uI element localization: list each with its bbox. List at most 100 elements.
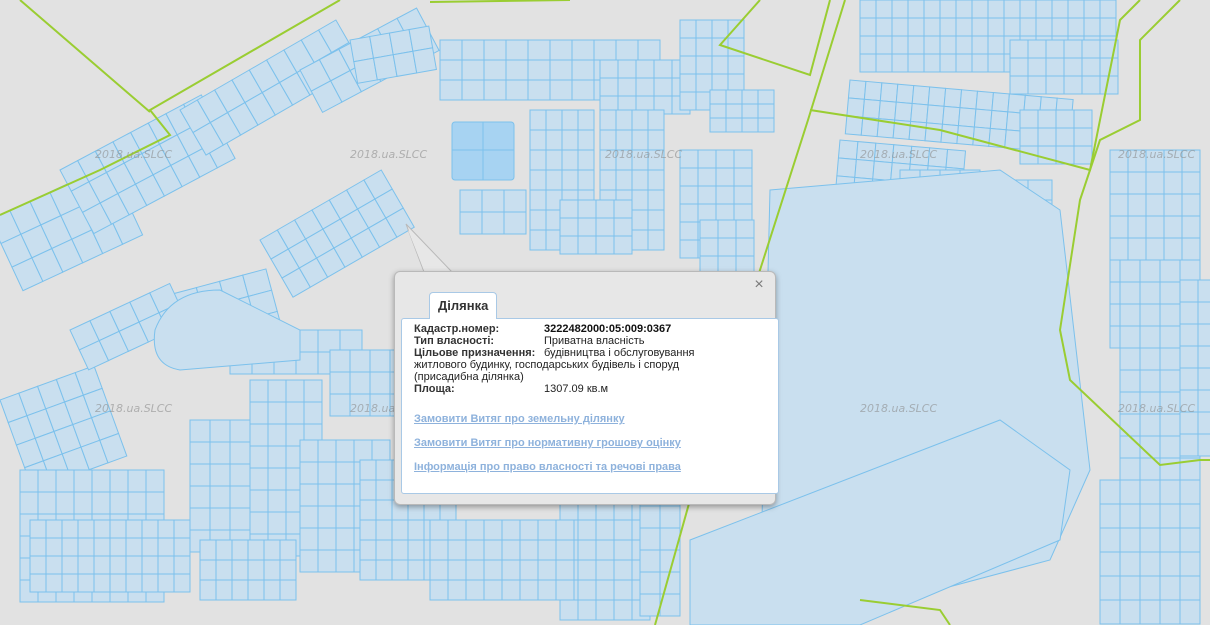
parcel[interactable] bbox=[249, 379, 269, 403]
parcel[interactable] bbox=[1109, 215, 1129, 239]
parcel[interactable] bbox=[725, 117, 743, 133]
parcel[interactable] bbox=[577, 169, 595, 191]
parcel[interactable] bbox=[595, 199, 615, 219]
parcel[interactable] bbox=[29, 555, 47, 575]
parcel[interactable] bbox=[1109, 171, 1129, 195]
parcel[interactable] bbox=[263, 559, 281, 581]
parcel[interactable] bbox=[215, 539, 233, 561]
parcel[interactable] bbox=[571, 59, 595, 81]
parcel[interactable] bbox=[1099, 575, 1121, 601]
parcel[interactable] bbox=[939, 17, 957, 37]
parcel[interactable] bbox=[711, 73, 729, 93]
parcel[interactable] bbox=[1159, 325, 1181, 349]
parcel[interactable] bbox=[875, 0, 893, 19]
parcel[interactable] bbox=[549, 79, 573, 101]
parcel[interactable] bbox=[1099, 503, 1121, 529]
parcel[interactable] bbox=[145, 469, 165, 493]
parcel[interactable] bbox=[519, 539, 539, 561]
parcel[interactable] bbox=[599, 169, 617, 191]
parcel[interactable] bbox=[613, 217, 633, 237]
parcel[interactable] bbox=[1179, 367, 1199, 391]
parcel[interactable] bbox=[631, 169, 649, 191]
parcel[interactable] bbox=[1119, 575, 1141, 601]
parcel[interactable] bbox=[615, 129, 633, 151]
parcel[interactable] bbox=[757, 117, 775, 133]
parcel[interactable] bbox=[727, 73, 745, 93]
parcel[interactable] bbox=[709, 89, 727, 105]
parcel[interactable] bbox=[631, 229, 649, 251]
parcel[interactable] bbox=[61, 573, 79, 593]
parcel[interactable] bbox=[1179, 301, 1199, 325]
parcel[interactable] bbox=[1037, 127, 1057, 147]
parcel[interactable] bbox=[1099, 599, 1121, 625]
parcel[interactable] bbox=[907, 17, 925, 37]
parcel[interactable] bbox=[679, 73, 697, 93]
parcel[interactable] bbox=[73, 491, 93, 515]
parcel[interactable] bbox=[109, 555, 127, 575]
parcel[interactable] bbox=[1179, 599, 1201, 625]
parcel[interactable] bbox=[908, 120, 928, 142]
parcel[interactable] bbox=[459, 189, 483, 213]
parcel[interactable] bbox=[537, 539, 557, 561]
parcel[interactable] bbox=[465, 579, 485, 601]
parcel[interactable] bbox=[1139, 527, 1161, 553]
parcel[interactable] bbox=[1051, 17, 1069, 37]
parcel[interactable] bbox=[519, 559, 539, 581]
parcel[interactable] bbox=[412, 47, 438, 74]
parcel[interactable] bbox=[1145, 171, 1165, 195]
parcel[interactable] bbox=[1067, 0, 1085, 19]
parcel[interactable] bbox=[1127, 193, 1147, 217]
parcel-block[interactable] bbox=[199, 539, 297, 601]
parcel[interactable] bbox=[1027, 75, 1047, 95]
parcel[interactable] bbox=[635, 59, 655, 79]
parcel[interactable] bbox=[1067, 17, 1085, 37]
parcel[interactable] bbox=[93, 555, 111, 575]
parcel[interactable] bbox=[926, 104, 945, 125]
parcel[interactable] bbox=[599, 77, 619, 97]
parcel[interactable] bbox=[1159, 479, 1181, 505]
parcel[interactable] bbox=[77, 519, 95, 539]
parcel[interactable] bbox=[559, 599, 579, 621]
parcel[interactable] bbox=[545, 129, 563, 151]
parcel[interactable] bbox=[875, 35, 893, 55]
parcel[interactable] bbox=[1159, 259, 1181, 283]
parcel[interactable] bbox=[19, 491, 39, 515]
parcel[interactable] bbox=[1073, 145, 1093, 165]
parcel[interactable] bbox=[91, 469, 111, 493]
parcel[interactable] bbox=[679, 167, 699, 187]
parcel-block[interactable] bbox=[599, 59, 691, 115]
parcel[interactable] bbox=[617, 77, 637, 97]
parcel[interactable] bbox=[697, 167, 717, 187]
parcel[interactable] bbox=[1139, 325, 1161, 349]
parcel[interactable] bbox=[29, 519, 47, 539]
parcel[interactable] bbox=[631, 209, 649, 231]
parcel[interactable] bbox=[879, 82, 899, 103]
parcel[interactable] bbox=[733, 149, 753, 169]
parcel[interactable] bbox=[267, 511, 287, 535]
parcel[interactable] bbox=[299, 527, 319, 551]
parcel[interactable] bbox=[529, 229, 547, 251]
parcel[interactable] bbox=[209, 419, 231, 443]
parcel[interactable] bbox=[285, 401, 305, 425]
parcel[interactable] bbox=[1159, 527, 1181, 553]
parcel[interactable] bbox=[1119, 347, 1141, 371]
parcel[interactable] bbox=[907, 53, 925, 73]
parcel[interactable] bbox=[407, 519, 425, 541]
parcel[interactable] bbox=[125, 573, 143, 593]
parcel[interactable] bbox=[447, 559, 467, 581]
parcel[interactable] bbox=[501, 579, 521, 601]
parcel[interactable] bbox=[725, 103, 743, 119]
parcel[interactable] bbox=[317, 483, 337, 507]
parcel[interactable] bbox=[215, 579, 233, 601]
parcel[interactable] bbox=[1181, 215, 1201, 239]
parcel[interactable] bbox=[595, 559, 615, 581]
parcel[interactable] bbox=[695, 19, 713, 39]
parcel[interactable] bbox=[955, 35, 973, 55]
parcel[interactable] bbox=[971, 35, 989, 55]
parcel[interactable] bbox=[1127, 171, 1147, 195]
parcel[interactable] bbox=[695, 55, 713, 75]
parcel[interactable] bbox=[895, 83, 915, 105]
parcel[interactable] bbox=[709, 117, 727, 133]
parcel[interactable] bbox=[715, 167, 735, 187]
parcel[interactable] bbox=[375, 459, 393, 481]
